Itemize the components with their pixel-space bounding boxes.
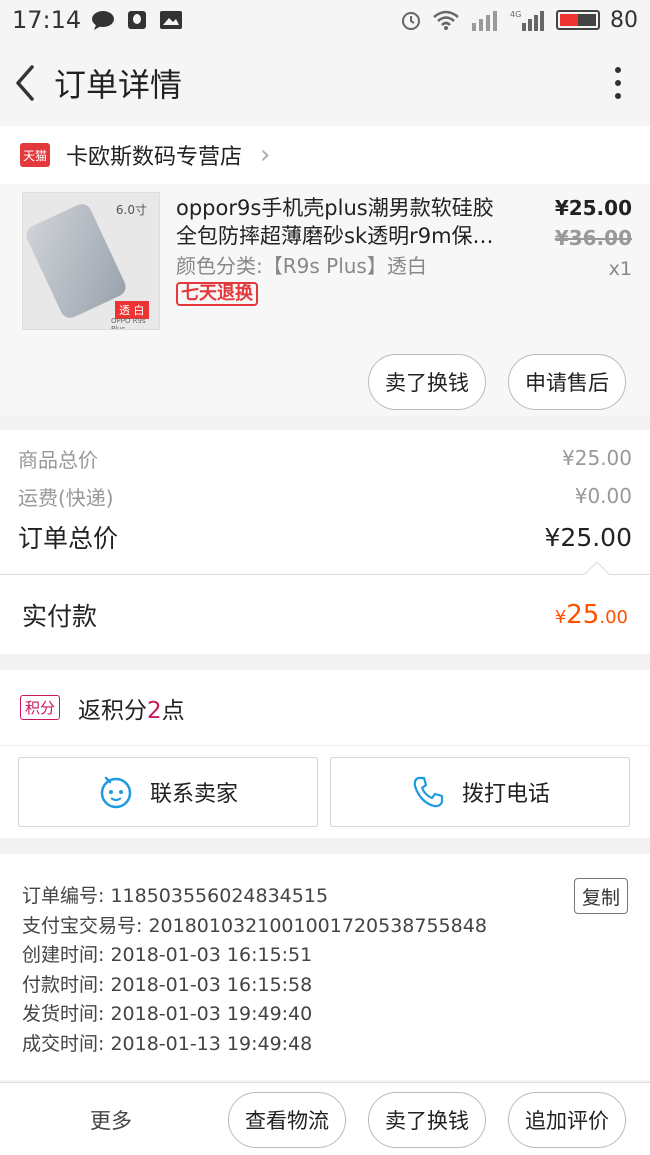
bottom-action-bar: 更多 查看物流 卖了换钱 追加评价 — [0, 1082, 650, 1155]
points-badge: 积分 — [20, 695, 61, 720]
alipay-trade-number: 支付宝交易号: 2018010321001001720538755848 — [22, 914, 487, 937]
battery-level: 80 — [610, 7, 638, 33]
points-row: 积分 返积分2点 — [0, 670, 650, 746]
shipped-time: 发货时间: 2018-01-03 19:49:40 — [22, 1003, 313, 1026]
product-thumbnail[interactable]: 6.0寸 透 白 OPPO R9s Plus — [22, 192, 160, 330]
nav-bar: 订单详情 — [0, 40, 650, 126]
created-time: 创建时间: 2018-01-03 16:15:51 — [22, 944, 313, 967]
shop-row[interactable]: 天猫 卡欧斯数码专营店 › — [0, 126, 650, 184]
paid-value: ¥25.00 — [554, 599, 628, 630]
paid-time: 付款时间: 2018-01-03 16:15:58 — [22, 973, 313, 996]
more-button[interactable]: 更多 — [90, 1105, 132, 1135]
signal-4g-icon: 4G — [510, 10, 544, 31]
call-phone-button[interactable]: 拨打电话 — [330, 757, 630, 827]
product-original-price: ¥36.00 — [554, 226, 632, 250]
shop-name: 卡欧斯数码专营店 — [66, 145, 243, 170]
product-spec: 颜色分类:【R9s Plus】透白 — [176, 254, 427, 278]
call-phone-label: 拨打电话 — [461, 782, 550, 807]
copy-order-number-button[interactable]: 复制 — [574, 878, 628, 914]
paid-label: 实付款 — [22, 601, 98, 631]
product-card[interactable]: 6.0寸 透 白 OPPO R9s Plus oppor9s手机壳plus潮男款… — [0, 184, 650, 416]
status-time: 17:14 — [12, 6, 82, 34]
order-total-value: ¥25.00 — [544, 522, 632, 552]
after-sale-button[interactable]: 申请售后 — [508, 354, 626, 410]
svg-text:4G: 4G — [510, 10, 521, 19]
goods-total-value: ¥25.00 — [562, 446, 632, 470]
product-quantity: x1 — [608, 258, 632, 280]
wifi-icon — [433, 10, 459, 30]
signal-icon — [472, 11, 497, 31]
contact-seller-label: 联系卖家 — [149, 782, 238, 807]
status-bar: 17:14 4G 80 — [0, 0, 650, 40]
shipping-value: ¥0.00 — [574, 484, 632, 508]
chevron-right-icon: › — [260, 140, 271, 170]
points-text: 返积分2点 — [78, 697, 185, 724]
product-title: oppor9s手机壳plus潮男款软硅胶全包防摔超薄磨砂sk透明r9m保… — [176, 196, 494, 248]
page-title: 订单详情 — [54, 66, 183, 104]
sell-item-bottom-button[interactable]: 卖了换钱 — [368, 1092, 486, 1148]
contact-row: 联系卖家 拨打电话 — [0, 746, 650, 838]
alarm-icon — [402, 12, 420, 30]
sell-item-button[interactable]: 卖了换钱 — [368, 354, 486, 410]
qq-icon — [128, 11, 147, 29]
price-summary: 商品总价 ¥25.00 运费(快递) ¥0.00 订单总价 ¥25.00 — [0, 430, 650, 574]
chat-icon — [92, 11, 115, 30]
paid-amount-row: 实付款 ¥25.00 — [0, 561, 650, 654]
return-policy-badge: 七天退换 — [176, 282, 258, 306]
product-price: ¥25.00 — [554, 196, 632, 220]
goods-total-label: 商品总价 — [18, 447, 98, 472]
back-arrow-icon[interactable] — [12, 63, 40, 103]
contact-seller-button[interactable]: 联系卖家 — [18, 757, 318, 827]
completed-time: 成交时间: 2018-01-13 19:49:48 — [22, 1032, 313, 1055]
view-logistics-button[interactable]: 查看物流 — [228, 1092, 346, 1148]
order-total-label: 订单总价 — [18, 524, 119, 553]
add-review-button[interactable]: 追加评价 — [508, 1092, 626, 1148]
tmall-logo-icon: 天猫 — [20, 143, 50, 167]
phone-icon — [413, 776, 444, 808]
order-info: 订单编号: 118503556024834515 支付宝交易号: 2018010… — [0, 854, 650, 1080]
shipping-label: 运费(快递) — [18, 485, 114, 510]
chat-bubble-icon — [100, 776, 132, 809]
more-menu-icon[interactable] — [598, 63, 638, 103]
image-icon — [160, 11, 183, 29]
order-number: 订单编号: 118503556024834515 — [22, 885, 329, 908]
battery-icon — [556, 10, 600, 30]
